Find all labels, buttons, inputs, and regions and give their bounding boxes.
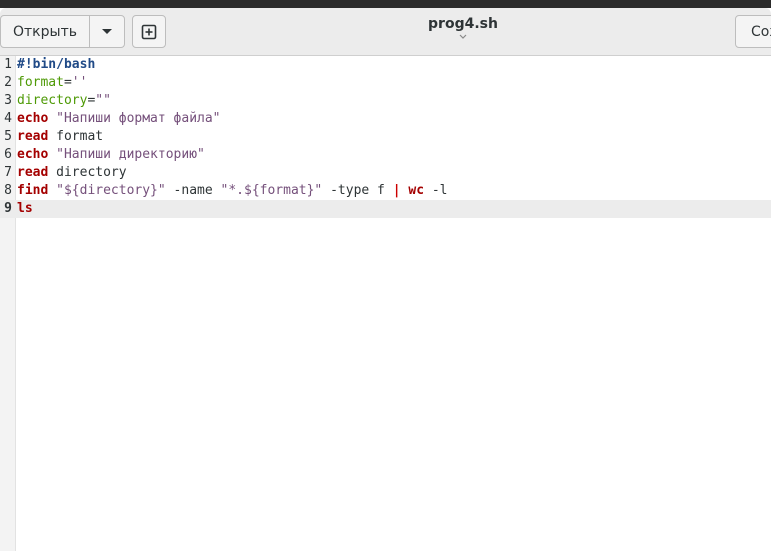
code-token: "*.${format}" xyxy=(220,183,323,198)
code-token: find xyxy=(17,183,49,198)
code-token: "Напиши формат файла" xyxy=(56,111,221,126)
line-number: 5 xyxy=(4,129,12,144)
new-document-button[interactable] xyxy=(132,15,166,48)
chevron-down-icon xyxy=(102,28,112,34)
code-line[interactable]: 4 echo "Напиши формат файла" xyxy=(0,110,771,128)
code-editor[interactable]: 1 #!bin/bash 2 format='' 3 directory="" 4 echo … xyxy=(0,56,771,551)
code-text: find "${directory}" -name "*.${format}" … xyxy=(17,182,448,200)
line-number: 7 xyxy=(4,165,12,180)
code-token: read xyxy=(17,165,49,180)
code-text: read directory xyxy=(17,164,127,182)
code-token: -l xyxy=(424,183,448,198)
code-text: read format xyxy=(17,128,103,146)
code-token: "Напиши директорию" xyxy=(56,147,205,162)
code-token: #!bin/bash xyxy=(17,57,96,72)
code-token: ls xyxy=(17,201,33,216)
open-recent-dropdown-button[interactable] xyxy=(89,15,125,48)
code-token: directory xyxy=(48,165,127,180)
save-button[interactable]: Сох xyxy=(735,15,771,48)
code-token: echo xyxy=(17,147,49,162)
code-line[interactable]: 3 directory="" xyxy=(0,92,771,110)
code-token: '' xyxy=(71,75,88,90)
code-text: echo "Напиши директорию" xyxy=(17,146,205,164)
code-line[interactable]: 1 #!bin/bash xyxy=(0,56,771,74)
code-token: "${directory}" xyxy=(56,183,166,198)
code-token: "" xyxy=(95,93,111,108)
code-token: read xyxy=(17,129,49,144)
document-title-menu[interactable]: prog4.sh xyxy=(363,16,563,41)
code-line[interactable]: 2 format='' xyxy=(0,74,771,92)
header-bar: Открыть prog4.sh Сох xyxy=(0,8,771,56)
code-token: -type f xyxy=(322,183,393,198)
line-number: 1 xyxy=(4,57,12,72)
code-token: | xyxy=(392,183,401,198)
top-strip xyxy=(0,0,771,8)
save-button-label: Сох xyxy=(751,23,771,40)
code-token: format xyxy=(17,75,64,90)
new-document-icon xyxy=(141,24,157,39)
code-line[interactable]: 9 ls xyxy=(0,200,771,218)
code-token: echo xyxy=(17,111,49,126)
line-number: 4 xyxy=(4,111,12,126)
line-number: 2 xyxy=(4,75,12,90)
text-editor-window: Открыть prog4.sh Сох 1#!bin/bash2forma xyxy=(0,0,771,551)
line-number: 6 xyxy=(4,147,12,162)
code-line[interactable]: 7 read directory xyxy=(0,164,771,182)
line-number: 9 xyxy=(4,201,12,216)
line-number: 8 xyxy=(4,183,12,198)
code-text: format='' xyxy=(17,74,87,92)
code-token: directory xyxy=(17,93,88,108)
line-number: 3 xyxy=(4,93,12,108)
code-token: = xyxy=(63,75,72,90)
code-text: #!bin/bash xyxy=(17,56,95,74)
document-title: prog4.sh xyxy=(428,16,498,32)
code-line[interactable]: 8 find "${directory}" -name "*.${format}"… xyxy=(0,182,771,200)
code-token: format xyxy=(48,129,104,144)
open-button[interactable]: Открыть xyxy=(0,15,90,48)
code-line[interactable]: 5 read format xyxy=(0,128,771,146)
code-text: echo "Напиши формат файла" xyxy=(17,110,221,128)
code-token: wc xyxy=(408,183,425,198)
code-line[interactable]: 6 echo "Напиши директорию" xyxy=(0,146,771,164)
chevron-down-icon xyxy=(459,34,467,39)
code-text: ls xyxy=(17,200,33,218)
code-token: -name xyxy=(165,183,221,198)
code-text: directory="" xyxy=(17,92,111,110)
open-button-label: Открыть xyxy=(13,23,77,40)
